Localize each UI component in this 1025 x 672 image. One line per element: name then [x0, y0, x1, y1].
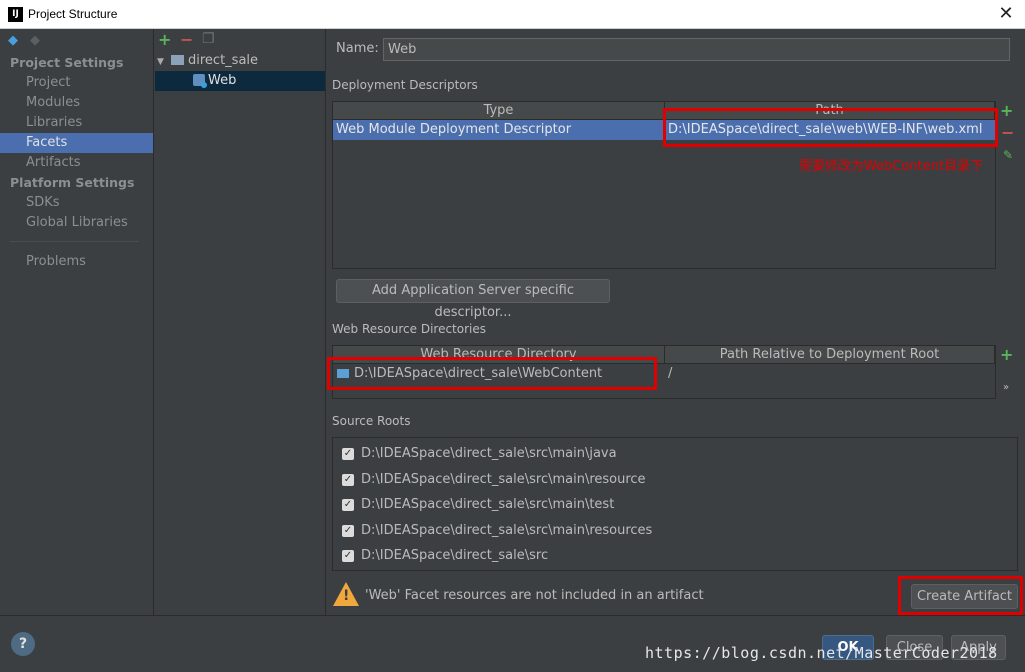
edit-descriptor-icon[interactable]: ✎ — [1003, 148, 1013, 162]
window-title: Project Structure — [28, 7, 118, 21]
deployment-descriptors-title: Deployment Descriptors — [332, 78, 478, 92]
remove-descriptor-icon[interactable]: − — [1001, 123, 1014, 142]
forward-arrow-icon[interactable]: ◆ — [30, 33, 40, 48]
checkbox-checked[interactable]: ✓ — [342, 499, 354, 511]
descriptor-type-cell[interactable]: Web Module Deployment Descriptor — [333, 120, 665, 140]
checkbox-checked[interactable]: ✓ — [342, 448, 354, 460]
column-header-type[interactable]: Type — [333, 102, 665, 120]
nav-item-sdks[interactable]: SDKs — [0, 193, 153, 213]
add-icon[interactable]: + — [158, 30, 171, 49]
add-server-descriptor-button[interactable]: Add Application Server specific descript… — [336, 279, 610, 320]
source-root-path: D:\IDEASpace\direct_sale\src\main\test — [361, 497, 615, 512]
highlight-webcontent-box — [327, 357, 657, 390]
facet-editor: Name: Web Deployment Descriptors Type Pa… — [327, 29, 1025, 615]
copy-icon[interactable]: ❐ — [202, 31, 215, 47]
help-button[interactable]: ? — [11, 632, 35, 656]
source-root-path: D:\IDEASpace\direct_sale\src\main\java — [361, 446, 617, 461]
name-label: Name: — [336, 41, 379, 56]
tree-node-label: direct_sale — [188, 53, 259, 68]
checkbox-checked[interactable]: ✓ — [342, 474, 354, 486]
warning-exclamation: ! — [343, 588, 350, 604]
nav-item-modules[interactable]: Modules — [0, 93, 153, 113]
nav-item-problems[interactable]: Problems — [0, 252, 153, 272]
source-roots-list: ✓ D:\IDEASpace\direct_sale\src\main\java… — [332, 437, 1018, 571]
expand-arrow-icon[interactable]: ▼ — [157, 52, 171, 72]
column-header-relative-path[interactable]: Path Relative to Deployment Root — [665, 346, 995, 364]
warning-message: 'Web' Facet resources are not included i… — [365, 588, 704, 603]
highlight-path-box — [663, 108, 998, 147]
relative-path-cell[interactable]: / — [665, 364, 995, 384]
tree-node-web-facet[interactable]: Web — [155, 71, 325, 91]
back-arrow-icon[interactable]: ◆ — [8, 33, 18, 48]
source-root-path: D:\IDEASpace\direct_sale\src\main\resour… — [361, 472, 646, 487]
nav-item-global-libraries[interactable]: Global Libraries — [0, 213, 153, 233]
add-web-resource-icon[interactable]: + — [1000, 345, 1013, 364]
checkbox-checked[interactable]: ✓ — [342, 550, 354, 562]
dialog-footer: ? OK Close Apply https://blog.csdn.net/M… — [0, 615, 1025, 672]
checkbox-checked[interactable]: ✓ — [342, 525, 354, 537]
remove-icon[interactable]: − — [180, 30, 193, 49]
source-root-path: D:\IDEASpace\direct_sale\src\main\resour… — [361, 523, 653, 538]
nav-item-libraries[interactable]: Libraries — [0, 113, 153, 133]
intellij-icon: IJ — [8, 7, 23, 22]
web-resource-directories-title: Web Resource Directories — [332, 322, 486, 336]
settings-nav: ◆ ◆ Project Settings Project Modules Lib… — [0, 29, 154, 615]
tree-node-module[interactable]: ▼ direct_sale — [155, 51, 325, 71]
source-root-path: D:\IDEASpace\direct_sale\src — [361, 548, 549, 563]
nav-item-artifacts[interactable]: Artifacts — [0, 153, 153, 173]
nav-section-project-settings: Project Settings — [10, 55, 124, 70]
nav-item-project[interactable]: Project — [0, 73, 153, 93]
nav-toolbar: ◆ ◆ — [0, 29, 153, 53]
tree-toolbar: + − ❐ — [155, 29, 325, 51]
nav-divider — [10, 241, 139, 242]
nav-item-facets[interactable]: Facets — [0, 133, 153, 153]
nav-section-platform-settings: Platform Settings — [10, 175, 135, 190]
tree-node-label: Web — [208, 73, 237, 88]
annotation-text: 需要修改为WebContent目录下 — [799, 159, 984, 174]
name-field[interactable]: Web — [383, 38, 1010, 61]
watermark-text: https://blog.csdn.net/MasterCoder2018 — [645, 644, 998, 662]
source-roots-title: Source Roots — [332, 414, 411, 428]
facet-tree-panel: + − ❐ ▼ direct_sale Web — [155, 29, 326, 615]
title-bar: IJ Project Structure ✕ — [0, 0, 1025, 29]
web-facet-icon — [193, 74, 207, 88]
add-descriptor-icon[interactable]: + — [1000, 101, 1013, 120]
more-icon[interactable]: » — [1003, 382, 1009, 393]
module-folder-icon — [171, 55, 184, 65]
highlight-create-artifact-box — [898, 576, 1023, 615]
close-icon[interactable]: ✕ — [995, 3, 1017, 25]
